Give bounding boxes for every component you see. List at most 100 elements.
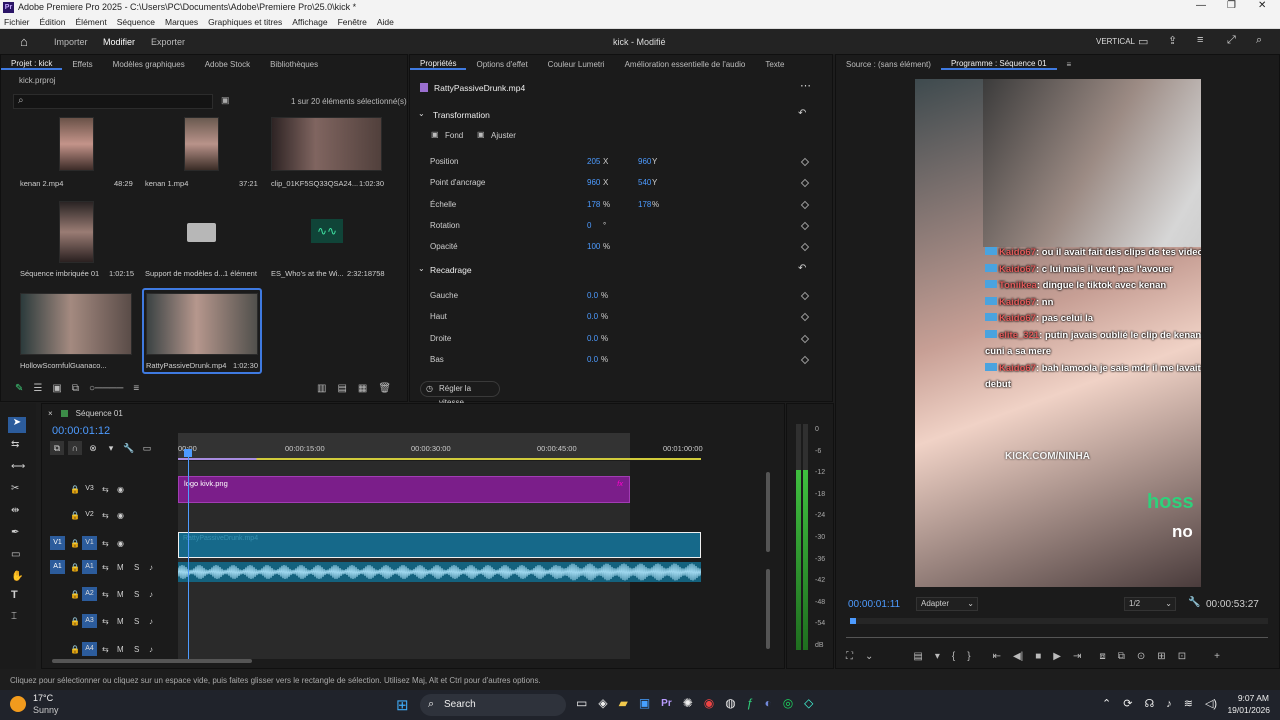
keyframe-icon[interactable] bbox=[800, 334, 810, 344]
chevron-down-icon[interactable]: ⌄ bbox=[418, 264, 425, 273]
menu-marques[interactable]: Marques bbox=[165, 17, 198, 27]
camera-icon[interactable]: ⊙ bbox=[1137, 651, 1145, 662]
tab-texte[interactable]: Texte bbox=[755, 60, 794, 69]
more-icon[interactable]: ⋯ bbox=[800, 79, 811, 92]
eye-icon[interactable]: ◉ bbox=[117, 539, 124, 548]
ajuster-icon[interactable]: ▣ bbox=[477, 130, 485, 139]
mute-icon[interactable]: M bbox=[117, 645, 124, 654]
keyframe-icon[interactable] bbox=[800, 157, 810, 167]
lift-icon[interactable]: ⧈ bbox=[1099, 651, 1105, 662]
steam-icon[interactable]: ◍ bbox=[725, 696, 735, 710]
spotify-icon[interactable]: ◎ bbox=[783, 696, 793, 710]
zoom-slider[interactable]: ○──── bbox=[89, 383, 123, 394]
ripple-edit-icon[interactable]: ⟷ bbox=[11, 461, 25, 472]
keyframe-icon[interactable] bbox=[800, 221, 810, 231]
keyframe-icon[interactable] bbox=[800, 355, 810, 365]
selection-tool-icon[interactable]: ➤ bbox=[8, 417, 26, 433]
volume-icon[interactable]: ◁) bbox=[1205, 697, 1217, 710]
mark-in-icon[interactable]: { bbox=[952, 651, 955, 662]
sync-lock-icon[interactable]: ⇆ bbox=[102, 563, 109, 572]
menu-edition[interactable]: Édition bbox=[40, 17, 66, 27]
new-item-icon[interactable]: ▦ bbox=[358, 383, 367, 394]
crop-value[interactable]: 0.0 bbox=[587, 312, 598, 321]
menu-fichier[interactable]: Fichier bbox=[4, 17, 30, 27]
eye-icon[interactable]: ◉ bbox=[117, 485, 124, 494]
keyframe-icon[interactable] bbox=[800, 312, 810, 322]
settings-wrench-icon[interactable]: 🔧 bbox=[122, 441, 136, 455]
thumbnail-clip[interactable] bbox=[271, 117, 382, 171]
sync-icon[interactable]: ⟳ bbox=[1123, 697, 1132, 710]
mic-icon[interactable]: ♪ bbox=[149, 617, 153, 626]
file-explorer-icon[interactable]: ▰ bbox=[619, 696, 628, 710]
share-icon[interactable]: ⇪ bbox=[1168, 34, 1177, 47]
menu-sequence[interactable]: Séquence bbox=[117, 17, 155, 27]
mute-icon[interactable]: M bbox=[117, 590, 124, 599]
go-to-in-icon[interactable]: ⇤ bbox=[993, 651, 1001, 662]
crop-value[interactable]: 0.0 bbox=[587, 334, 598, 343]
premiere-taskbar-icon[interactable]: Pr bbox=[661, 698, 672, 709]
mark-out-icon[interactable]: } bbox=[967, 651, 970, 662]
sync-lock-icon[interactable]: ⇆ bbox=[102, 617, 109, 626]
crop-value[interactable]: 0.0 bbox=[587, 355, 598, 364]
tab-adobe-stock[interactable]: Adobe Stock bbox=[195, 60, 260, 69]
wrench-icon[interactable]: 🔧 bbox=[1188, 597, 1200, 608]
playhead-handle[interactable] bbox=[184, 449, 192, 457]
panel-menu-icon[interactable]: ≡ bbox=[1057, 60, 1082, 69]
wifi-icon[interactable]: ≋ bbox=[1184, 697, 1193, 710]
slip-icon[interactable]: ⇹ bbox=[11, 505, 19, 516]
pen-icon[interactable]: ✒ bbox=[11, 527, 19, 538]
chevron-down-icon[interactable]: ⌄ bbox=[865, 651, 873, 662]
mic-icon[interactable]: ♪ bbox=[149, 563, 153, 572]
prop-value-1[interactable]: 178 bbox=[587, 200, 600, 209]
track-target[interactable]: A3 bbox=[82, 614, 97, 628]
pencil-icon[interactable]: ✎ bbox=[15, 383, 23, 394]
source-patch[interactable]: A1 bbox=[50, 560, 65, 574]
lock-icon[interactable]: 🔒 bbox=[70, 511, 80, 520]
linked-selection-icon[interactable]: ⊗ bbox=[86, 441, 100, 455]
video-frame[interactable]: KICK.COM/NINHA hoss no Kaido67: ou il av… bbox=[915, 79, 1201, 587]
tab-source[interactable]: Source : (sans élément) bbox=[836, 60, 941, 69]
new-bin-icon[interactable]: ▤ bbox=[337, 383, 346, 394]
vertical-scrollbar-video[interactable] bbox=[766, 472, 770, 552]
lock-icon[interactable]: 🔒 bbox=[70, 645, 80, 654]
monitor-scrubber[interactable] bbox=[850, 618, 1268, 624]
sync-lock-icon[interactable]: ⇆ bbox=[102, 539, 109, 548]
menu-element[interactable]: Élément bbox=[76, 17, 107, 27]
new-bin-icon[interactable]: ▣ bbox=[221, 95, 230, 106]
text-tool-icon[interactable]: T bbox=[11, 589, 18, 601]
razor-icon[interactable]: ✂ bbox=[11, 483, 19, 494]
layout-label[interactable]: VERTICAL bbox=[1096, 37, 1135, 46]
prop-value-1[interactable]: 960 bbox=[587, 178, 600, 187]
keyframe-icon[interactable] bbox=[800, 291, 810, 301]
home-icon[interactable]: ⌂ bbox=[20, 34, 28, 49]
solo-icon[interactable]: S bbox=[134, 617, 139, 626]
sync-lock-icon[interactable]: ⇆ bbox=[102, 511, 109, 520]
tab-modeles[interactable]: Modèles graphiques bbox=[103, 60, 195, 69]
tab-effets[interactable]: Effets bbox=[62, 60, 102, 69]
tab-modifier[interactable]: Modifier bbox=[103, 37, 135, 47]
prop-value-1[interactable]: 205 bbox=[587, 157, 600, 166]
fullscreen-icon[interactable]: ⤢ bbox=[1227, 34, 1236, 47]
track-target[interactable]: A2 bbox=[82, 587, 97, 601]
overwrite-icon[interactable]: ▤ bbox=[913, 651, 922, 662]
thumbnail-kenan1[interactable] bbox=[184, 117, 219, 171]
maximize-icon[interactable]: ❐ bbox=[1227, 0, 1236, 11]
workspaces-icon[interactable]: ≡ bbox=[1197, 34, 1203, 46]
clip-v1[interactable]: RattyPassiveDrunk.mp4 bbox=[178, 532, 701, 558]
panel-layout-icon[interactable]: ▭ bbox=[1138, 35, 1148, 48]
prop-value-2[interactable]: 178 bbox=[638, 200, 651, 209]
list-view-icon[interactable]: ☰ bbox=[33, 383, 42, 394]
marker-icon[interactable]: ▾ bbox=[935, 651, 940, 662]
lock-icon[interactable]: 🔒 bbox=[70, 539, 80, 548]
tab-importer[interactable]: Importer bbox=[54, 37, 88, 47]
program-timecode[interactable]: 00:00:01:11 bbox=[848, 599, 900, 610]
fond-button[interactable]: Fond bbox=[445, 131, 463, 140]
add-marker-icon[interactable]: ▾ bbox=[104, 441, 118, 455]
prop-value-1[interactable]: 100 bbox=[587, 242, 600, 251]
store-icon[interactable]: ▣ bbox=[639, 696, 650, 710]
thumbnail-sequence[interactable] bbox=[59, 201, 94, 263]
headset-icon[interactable]: ☊ bbox=[1144, 697, 1154, 710]
hand-icon[interactable]: ✋ bbox=[11, 571, 23, 582]
taskbar-search[interactable]: ⌕ Search bbox=[420, 694, 566, 716]
solo-icon[interactable]: S bbox=[134, 590, 139, 599]
